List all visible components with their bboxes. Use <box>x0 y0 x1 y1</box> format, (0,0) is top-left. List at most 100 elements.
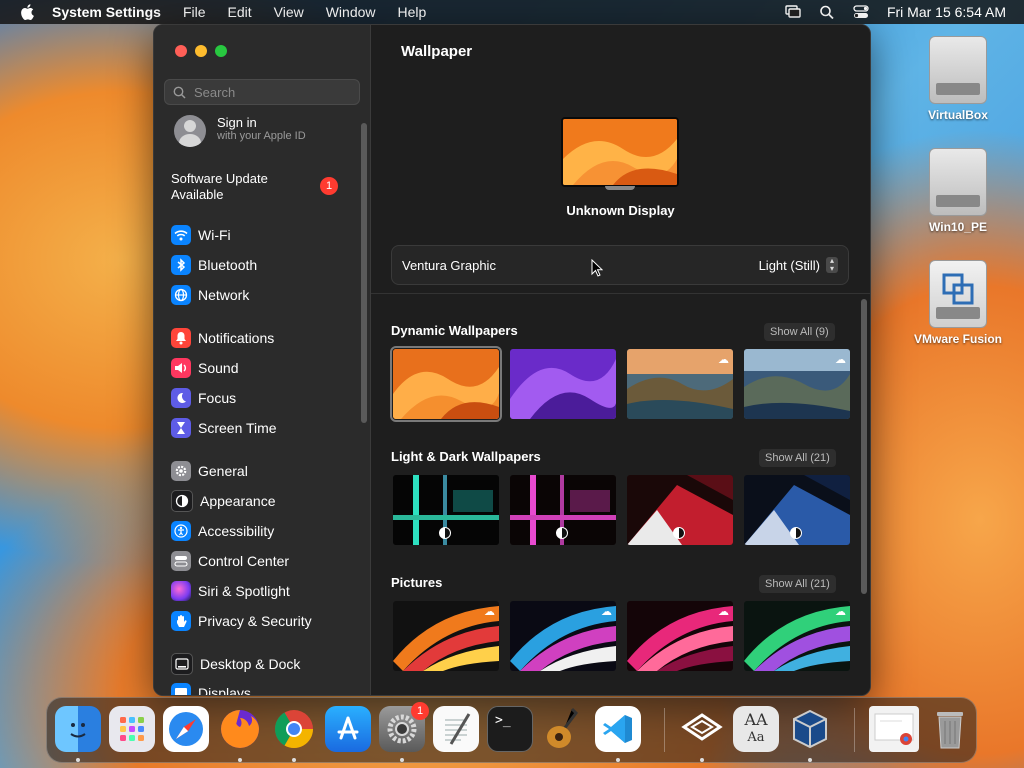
sidebar-item-screen-time[interactable]: Screen Time <box>171 416 277 440</box>
apple-id-signin[interactable]: Sign in with your Apple ID <box>174 115 306 147</box>
menu-view[interactable]: View <box>274 4 304 20</box>
wallpaper-selector[interactable]: Ventura Graphic Light (Still) ▴ ▾ <box>391 245 849 285</box>
zoom-button[interactable] <box>215 45 227 57</box>
appearance-icon <box>171 490 193 512</box>
software-update-item[interactable]: Software Update Available <box>171 171 321 203</box>
desktop-icon-win10pe[interactable]: Win10_PE <box>908 148 1008 234</box>
vmware-icon[interactable] <box>679 706 725 752</box>
wallpaper-thumb-picture-2[interactable]: ☁ <box>510 601 616 671</box>
bluetooth-icon <box>171 255 191 275</box>
sidebar-item-sound[interactable]: Sound <box>171 356 238 380</box>
light-dark-icon <box>790 527 802 539</box>
wallpaper-name: Ventura Graphic <box>402 257 496 273</box>
desktop-icon-vmware-fusion[interactable]: VMware Fusion <box>908 260 1008 346</box>
sidebar-item-appearance[interactable]: Appearance <box>171 489 276 513</box>
sidebar-item-label: Siri & Spotlight <box>198 583 290 599</box>
cloud-download-icon[interactable]: ☁ <box>718 353 729 366</box>
cloud-download-icon[interactable]: ☁ <box>718 605 729 618</box>
close-button[interactable] <box>175 45 187 57</box>
font-book-icon[interactable]: AA Aa <box>733 706 779 752</box>
wallpaper-thumb-catalina-coast[interactable]: ☁ <box>744 349 850 419</box>
chrome-icon[interactable] <box>271 706 317 752</box>
control-center-icon[interactable] <box>853 5 869 19</box>
wallpaper-thumb-mac-pro-teal[interactable] <box>393 475 499 545</box>
sidebar-item-label: Control Center <box>198 553 290 569</box>
display-name: Unknown Display <box>566 203 675 218</box>
sidebar-item-siri-spotlight[interactable]: Siri & Spotlight <box>171 579 290 603</box>
show-all-pictures-button[interactable]: Show All (21) <box>759 575 836 593</box>
wallpaper-thumb-picture-1[interactable]: ☁ <box>393 601 499 671</box>
search-input[interactable] <box>192 83 356 101</box>
dock-separator <box>664 708 665 752</box>
cloud-download-icon[interactable]: ☁ <box>835 605 846 618</box>
menu-window[interactable]: Window <box>326 4 376 20</box>
wallpaper-thumb-red-fold[interactable] <box>627 475 733 545</box>
sidebar-item-bluetooth[interactable]: Bluetooth <box>171 253 257 277</box>
preview-icon[interactable] <box>869 706 919 752</box>
wallpaper-thumb-ventura-purple[interactable] <box>510 349 616 419</box>
show-all-light-dark-button[interactable]: Show All (21) <box>759 449 836 467</box>
sidebar-item-label: Network <box>198 287 250 303</box>
menu-clock[interactable]: Fri Mar 15 6:54 AM <box>887 4 1006 20</box>
system-settings-icon[interactable]: 1 <box>379 702 429 752</box>
hard-disk-icon <box>929 36 987 104</box>
menu-app-name[interactable]: System Settings <box>52 4 161 20</box>
cloud-download-icon[interactable]: ☁ <box>601 605 612 618</box>
textedit-icon[interactable] <box>433 706 479 752</box>
finder-icon[interactable] <box>55 706 101 752</box>
cloud-download-icon[interactable]: ☁ <box>835 353 846 366</box>
sidebar-item-label: Desktop & Dock <box>200 656 301 672</box>
sidebar-item-desktop-dock[interactable]: Desktop & Dock <box>171 652 300 676</box>
sidebar-item-displays[interactable]: Displays <box>171 681 251 695</box>
mode-stepper-icon[interactable]: ▴ ▾ <box>826 257 838 273</box>
wallpaper-thumb-ventura[interactable] <box>390 346 502 422</box>
display-icon <box>171 683 191 695</box>
safari-icon[interactable] <box>163 706 209 752</box>
sidebar-item-label: Wi-Fi <box>198 227 231 243</box>
main-scrollbar[interactable] <box>861 299 867 594</box>
desktop-icon-label: VirtualBox <box>928 108 988 122</box>
sidebar-item-privacy-security[interactable]: Privacy & Security <box>171 609 312 633</box>
terminal-icon[interactable]: >_ <box>487 706 533 752</box>
menu-edit[interactable]: Edit <box>228 4 252 20</box>
sidebar-item-label: Privacy & Security <box>198 613 312 629</box>
garageband-icon[interactable] <box>541 706 587 752</box>
sidebar-item-general[interactable]: General <box>171 459 248 483</box>
vscode-icon[interactable] <box>595 706 641 752</box>
menu-file[interactable]: File <box>183 4 206 20</box>
trash-icon[interactable] <box>927 706 973 752</box>
sidebar-scrollbar[interactable] <box>361 123 367 423</box>
dock-separator <box>854 708 855 752</box>
sidebar-item-focus[interactable]: Focus <box>171 386 236 410</box>
wallpaper-thumb-blue-fold[interactable] <box>744 475 850 545</box>
sidebar-item-notifications[interactable]: Notifications <box>171 326 274 350</box>
sidebar-item-control-center[interactable]: Control Center <box>171 549 289 573</box>
sidebar-item-accessibility[interactable]: Accessibility <box>171 519 274 543</box>
wallpaper-thumb-catalina-island[interactable]: ☁ <box>627 349 733 419</box>
sidebar-item-network[interactable]: Network <box>171 283 249 307</box>
app-store-icon[interactable] <box>325 706 371 752</box>
wallpaper-thumb-picture-4[interactable]: ☁ <box>744 601 850 671</box>
wallpaper-thumb-picture-3[interactable]: ☁ <box>627 601 733 671</box>
window-controls <box>175 45 227 57</box>
launchpad-icon[interactable] <box>109 706 155 752</box>
light-dark-icon <box>673 527 685 539</box>
apple-menu-icon[interactable] <box>20 4 34 20</box>
dock: 1 >_ AA Aa <box>46 697 977 763</box>
running-indicator <box>292 758 296 762</box>
sidebar-item-label: Notifications <box>198 330 275 346</box>
sidebar-item-label: Sound <box>198 360 239 376</box>
virtualbox-icon[interactable] <box>787 706 833 752</box>
sidebar-item-wifi[interactable]: Wi-Fi <box>171 223 231 247</box>
minimize-button[interactable] <box>195 45 207 57</box>
spotlight-search-icon[interactable] <box>819 5 835 19</box>
menu-help[interactable]: Help <box>398 4 427 20</box>
wallpaper-thumb-mac-pro-pink[interactable] <box>510 475 616 545</box>
desktop-icon-virtualbox[interactable]: VirtualBox <box>908 36 1008 122</box>
avatar <box>174 115 206 147</box>
search-field[interactable] <box>164 79 360 105</box>
firefox-icon[interactable] <box>217 706 263 752</box>
show-all-dynamic-button[interactable]: Show All (9) <box>764 323 835 341</box>
screen-mirroring-icon[interactable] <box>785 5 801 19</box>
cloud-download-icon[interactable]: ☁ <box>484 605 495 618</box>
